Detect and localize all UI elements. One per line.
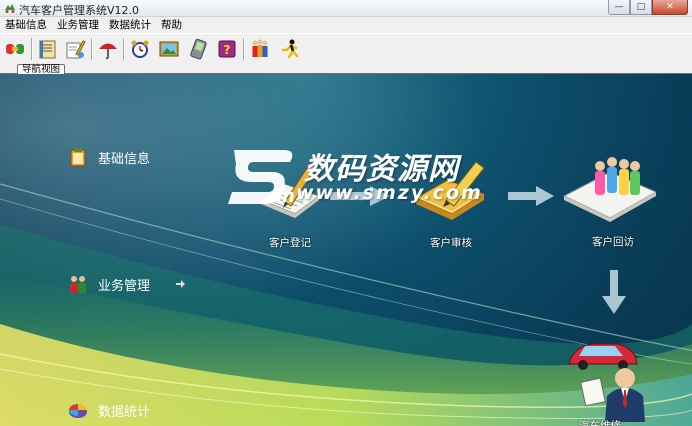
nav-basic-info-label: 基础信息 (98, 151, 151, 167)
toolbar-separator (243, 38, 245, 60)
menu-help[interactable]: 帮助 (156, 17, 187, 33)
flow-car-service[interactable]: 汽车维修 (565, 334, 665, 426)
people-group-icon (252, 39, 268, 57)
picture-button[interactable] (156, 36, 182, 62)
menu-statistics[interactable]: 数据统计 (104, 17, 156, 33)
tab-strip: 导航视图 (0, 63, 692, 75)
pda-icon (190, 38, 207, 60)
pie-chart-icon (69, 404, 87, 418)
help-book-icon: ? (218, 40, 236, 58)
link-button[interactable] (2, 36, 28, 62)
svg-text:?: ? (224, 43, 231, 57)
car-service-man-icon (568, 343, 645, 422)
maximize-button[interactable]: □ (630, 0, 652, 15)
umbrella-button[interactable] (95, 36, 121, 62)
title-bar: 汽车客户管理系统V12.0 — □ ✕ (0, 0, 692, 17)
toolbar-separator (31, 38, 33, 60)
window-title: 汽车客户管理系统V12.0 (19, 4, 140, 17)
umbrella-icon (99, 43, 117, 60)
running-man-icon (281, 39, 299, 59)
people-group-button[interactable] (247, 36, 273, 62)
nav-statistics-label: 数据统计 (98, 404, 151, 420)
toolbar-separator (123, 38, 125, 60)
nav-basic-info[interactable]: 基础信息 (68, 147, 150, 167)
notebook-button[interactable] (35, 36, 61, 62)
menu-bar: 基础信息 业务管理 数据统计 帮助 (0, 17, 692, 33)
app-icon (5, 4, 15, 13)
nav-business[interactable]: 业务管理 (68, 274, 150, 294)
link-icon (6, 44, 24, 54)
nav-statistics[interactable]: 数据统计 (68, 400, 150, 420)
clipboard-icon (70, 148, 86, 167)
business-people-icon (70, 276, 86, 293)
alarm-clock-button[interactable] (127, 36, 153, 62)
toolbar-separator (91, 38, 93, 60)
menu-business[interactable]: 业务管理 (52, 17, 104, 33)
flow-car-service-label: 汽车维修 (579, 420, 621, 426)
picture-icon (159, 41, 179, 57)
notebook-pen-icon (259, 164, 321, 218)
exit-button[interactable] (277, 36, 303, 62)
flow-customer-review-label: 客户审核 (430, 237, 472, 249)
document-edit-button[interactable] (62, 36, 88, 62)
people-chart-icon (562, 157, 658, 222)
nav-business-label: 业务管理 (98, 278, 151, 294)
notepad-pencil-icon (414, 161, 486, 220)
toolbar: ? (0, 33, 692, 63)
flow-customer-register-label: 客户登记 (269, 237, 311, 249)
minimize-button[interactable]: — (608, 0, 630, 15)
flow-customer-register[interactable]: 客户登记 (255, 154, 325, 249)
pda-button[interactable] (185, 36, 211, 62)
document-edit-icon (66, 40, 86, 59)
flow-customer-followup-label: 客户回访 (592, 236, 634, 248)
flow-customer-followup[interactable]: 客户回访 (560, 152, 660, 248)
navigation-view: 基础信息 业务管理 数据统计 客户登记 客户审核 客户回访 汽车维修 m 数码资… (0, 74, 692, 426)
notebook-icon (39, 40, 56, 59)
flow-customer-review[interactable]: 客户审核 (410, 154, 490, 249)
close-button[interactable]: ✕ (652, 0, 688, 15)
menu-basic-info[interactable]: 基础信息 (0, 17, 52, 33)
help-book-button[interactable]: ? (214, 36, 240, 62)
alarm-clock-icon (131, 40, 149, 58)
